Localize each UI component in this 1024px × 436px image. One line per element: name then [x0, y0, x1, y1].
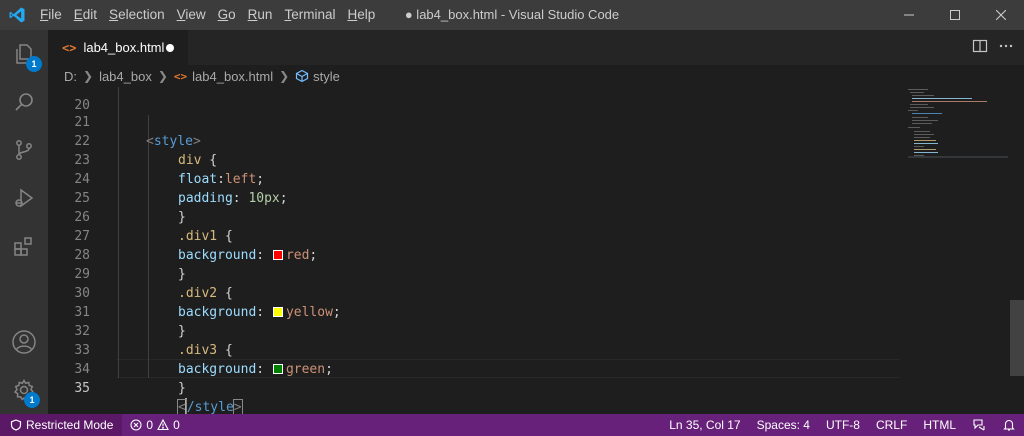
notifications-bell-icon[interactable]: [994, 414, 1024, 436]
restricted-mode-indicator[interactable]: Restricted Mode: [0, 414, 123, 436]
manage-gear-icon[interactable]: 1: [0, 366, 48, 414]
breadcrumb-file-label: lab4_box.html: [192, 68, 274, 84]
language-mode[interactable]: HTML: [915, 414, 964, 436]
editor-tabs: <> lab4_box.html: [48, 30, 1024, 65]
status-right: Ln 35, Col 17 Spaces: 4 UTF-8 CRLF HTML: [661, 414, 1024, 436]
code-line: 27 background: red;: [48, 208, 900, 263]
code-line: 28 }: [48, 227, 900, 282]
code-line: 31 }: [48, 284, 900, 339]
explorer-badge: 1: [26, 56, 42, 72]
breadcrumb-symbol-label: style: [313, 68, 340, 84]
menu-view[interactable]: View: [171, 0, 212, 30]
problems-status[interactable]: 0 0: [122, 414, 187, 436]
breadcrumb-drive[interactable]: D:: [64, 69, 77, 84]
code-line: 33 background: green;: [48, 322, 900, 377]
end-of-line[interactable]: CRLF: [868, 414, 915, 436]
breadcrumb-folder[interactable]: lab4_box: [99, 69, 152, 84]
encoding[interactable]: UTF-8: [818, 414, 868, 436]
menu-terminal[interactable]: Terminal: [278, 0, 341, 30]
line-number: 35: [74, 381, 90, 396]
chevron-right-icon: ❯: [279, 69, 290, 83]
code-line: 32 .div3 {: [48, 303, 900, 358]
activity-bar: 1 1: [0, 30, 48, 414]
menu-edit[interactable]: Edit: [68, 0, 103, 30]
menu-bar: File Edit Selection View Go Run Terminal…: [34, 0, 381, 30]
symbol-structure-icon: [296, 69, 309, 83]
html-file-icon: <>: [173, 69, 188, 83]
code-line: 22 div {: [48, 113, 900, 168]
code-line: 34 }: [48, 341, 900, 396]
maximize-icon[interactable]: [932, 0, 978, 30]
search-icon[interactable]: [0, 78, 48, 126]
code-editor[interactable]: 20 21 <style> 22 div { 23 float:left; 24…: [48, 87, 1024, 414]
warning-count: 0: [173, 418, 180, 432]
scrollbar-thumb[interactable]: [1010, 300, 1024, 376]
error-icon: [130, 419, 142, 431]
minimap[interactable]: [908, 87, 1008, 414]
window-controls: [886, 0, 1024, 30]
code-line: 25 }: [48, 170, 900, 225]
menu-run[interactable]: Run: [242, 0, 279, 30]
menu-help[interactable]: Help: [341, 0, 381, 30]
run-debug-icon[interactable]: [0, 174, 48, 222]
cursor-position[interactable]: Ln 35, Col 17: [661, 414, 748, 436]
code-line: 24 padding: 10px;: [48, 151, 900, 206]
html-file-icon: <>: [62, 40, 77, 55]
code-line: 21 <style>: [48, 94, 900, 149]
bracket-match: >: [232, 399, 243, 414]
chevron-right-icon: ❯: [83, 69, 94, 83]
source-control-icon[interactable]: [0, 126, 48, 174]
feedback-icon[interactable]: [964, 414, 994, 436]
manage-badge: 1: [24, 392, 40, 408]
explorer-icon[interactable]: 1: [0, 30, 48, 78]
vscode-logo-icon: [0, 0, 34, 30]
code-line: 26 .div1 {: [48, 189, 900, 244]
unsaved-dot-icon[interactable]: [166, 44, 174, 52]
extensions-icon[interactable]: [0, 222, 48, 270]
status-bar: Restricted Mode 0 0 Ln 35, Col 17 Spaces…: [0, 414, 1024, 436]
code-line-active: 35 </style>: [48, 360, 900, 414]
vertical-scrollbar[interactable]: [1010, 87, 1024, 414]
close-icon[interactable]: [978, 0, 1024, 30]
warning-icon: [157, 419, 169, 431]
code-line: 23 float:left;: [48, 132, 900, 187]
accounts-icon[interactable]: [0, 318, 48, 366]
menu-file[interactable]: File: [34, 0, 68, 30]
menu-selection[interactable]: Selection: [103, 0, 171, 30]
code-line: 30 background: yellow;: [48, 265, 900, 320]
more-actions-icon[interactable]: [998, 38, 1014, 57]
tab-label: lab4_box.html: [83, 40, 165, 55]
breadcrumb-symbol[interactable]: style: [295, 69, 340, 84]
editor-actions: [972, 30, 1014, 65]
error-count: 0: [146, 418, 154, 432]
indentation[interactable]: Spaces: 4: [749, 414, 818, 436]
breadcrumb: D: ❯ lab4_box ❯ <> lab4_box.html ❯ style: [48, 65, 1024, 87]
title-bar: File Edit Selection View Go Run Terminal…: [0, 0, 1024, 30]
split-editor-icon[interactable]: [972, 38, 988, 57]
minimize-icon[interactable]: [886, 0, 932, 30]
chevron-right-icon: ❯: [157, 69, 168, 83]
tab-lab4-box-html[interactable]: <> lab4_box.html: [48, 30, 188, 65]
shield-icon: [10, 419, 22, 431]
code-line: 29 .div2 {: [48, 246, 900, 301]
breadcrumb-file[interactable]: <> lab4_box.html: [174, 69, 273, 84]
menu-go[interactable]: Go: [212, 0, 242, 30]
restricted-mode-label: Restricted Mode: [26, 418, 114, 432]
